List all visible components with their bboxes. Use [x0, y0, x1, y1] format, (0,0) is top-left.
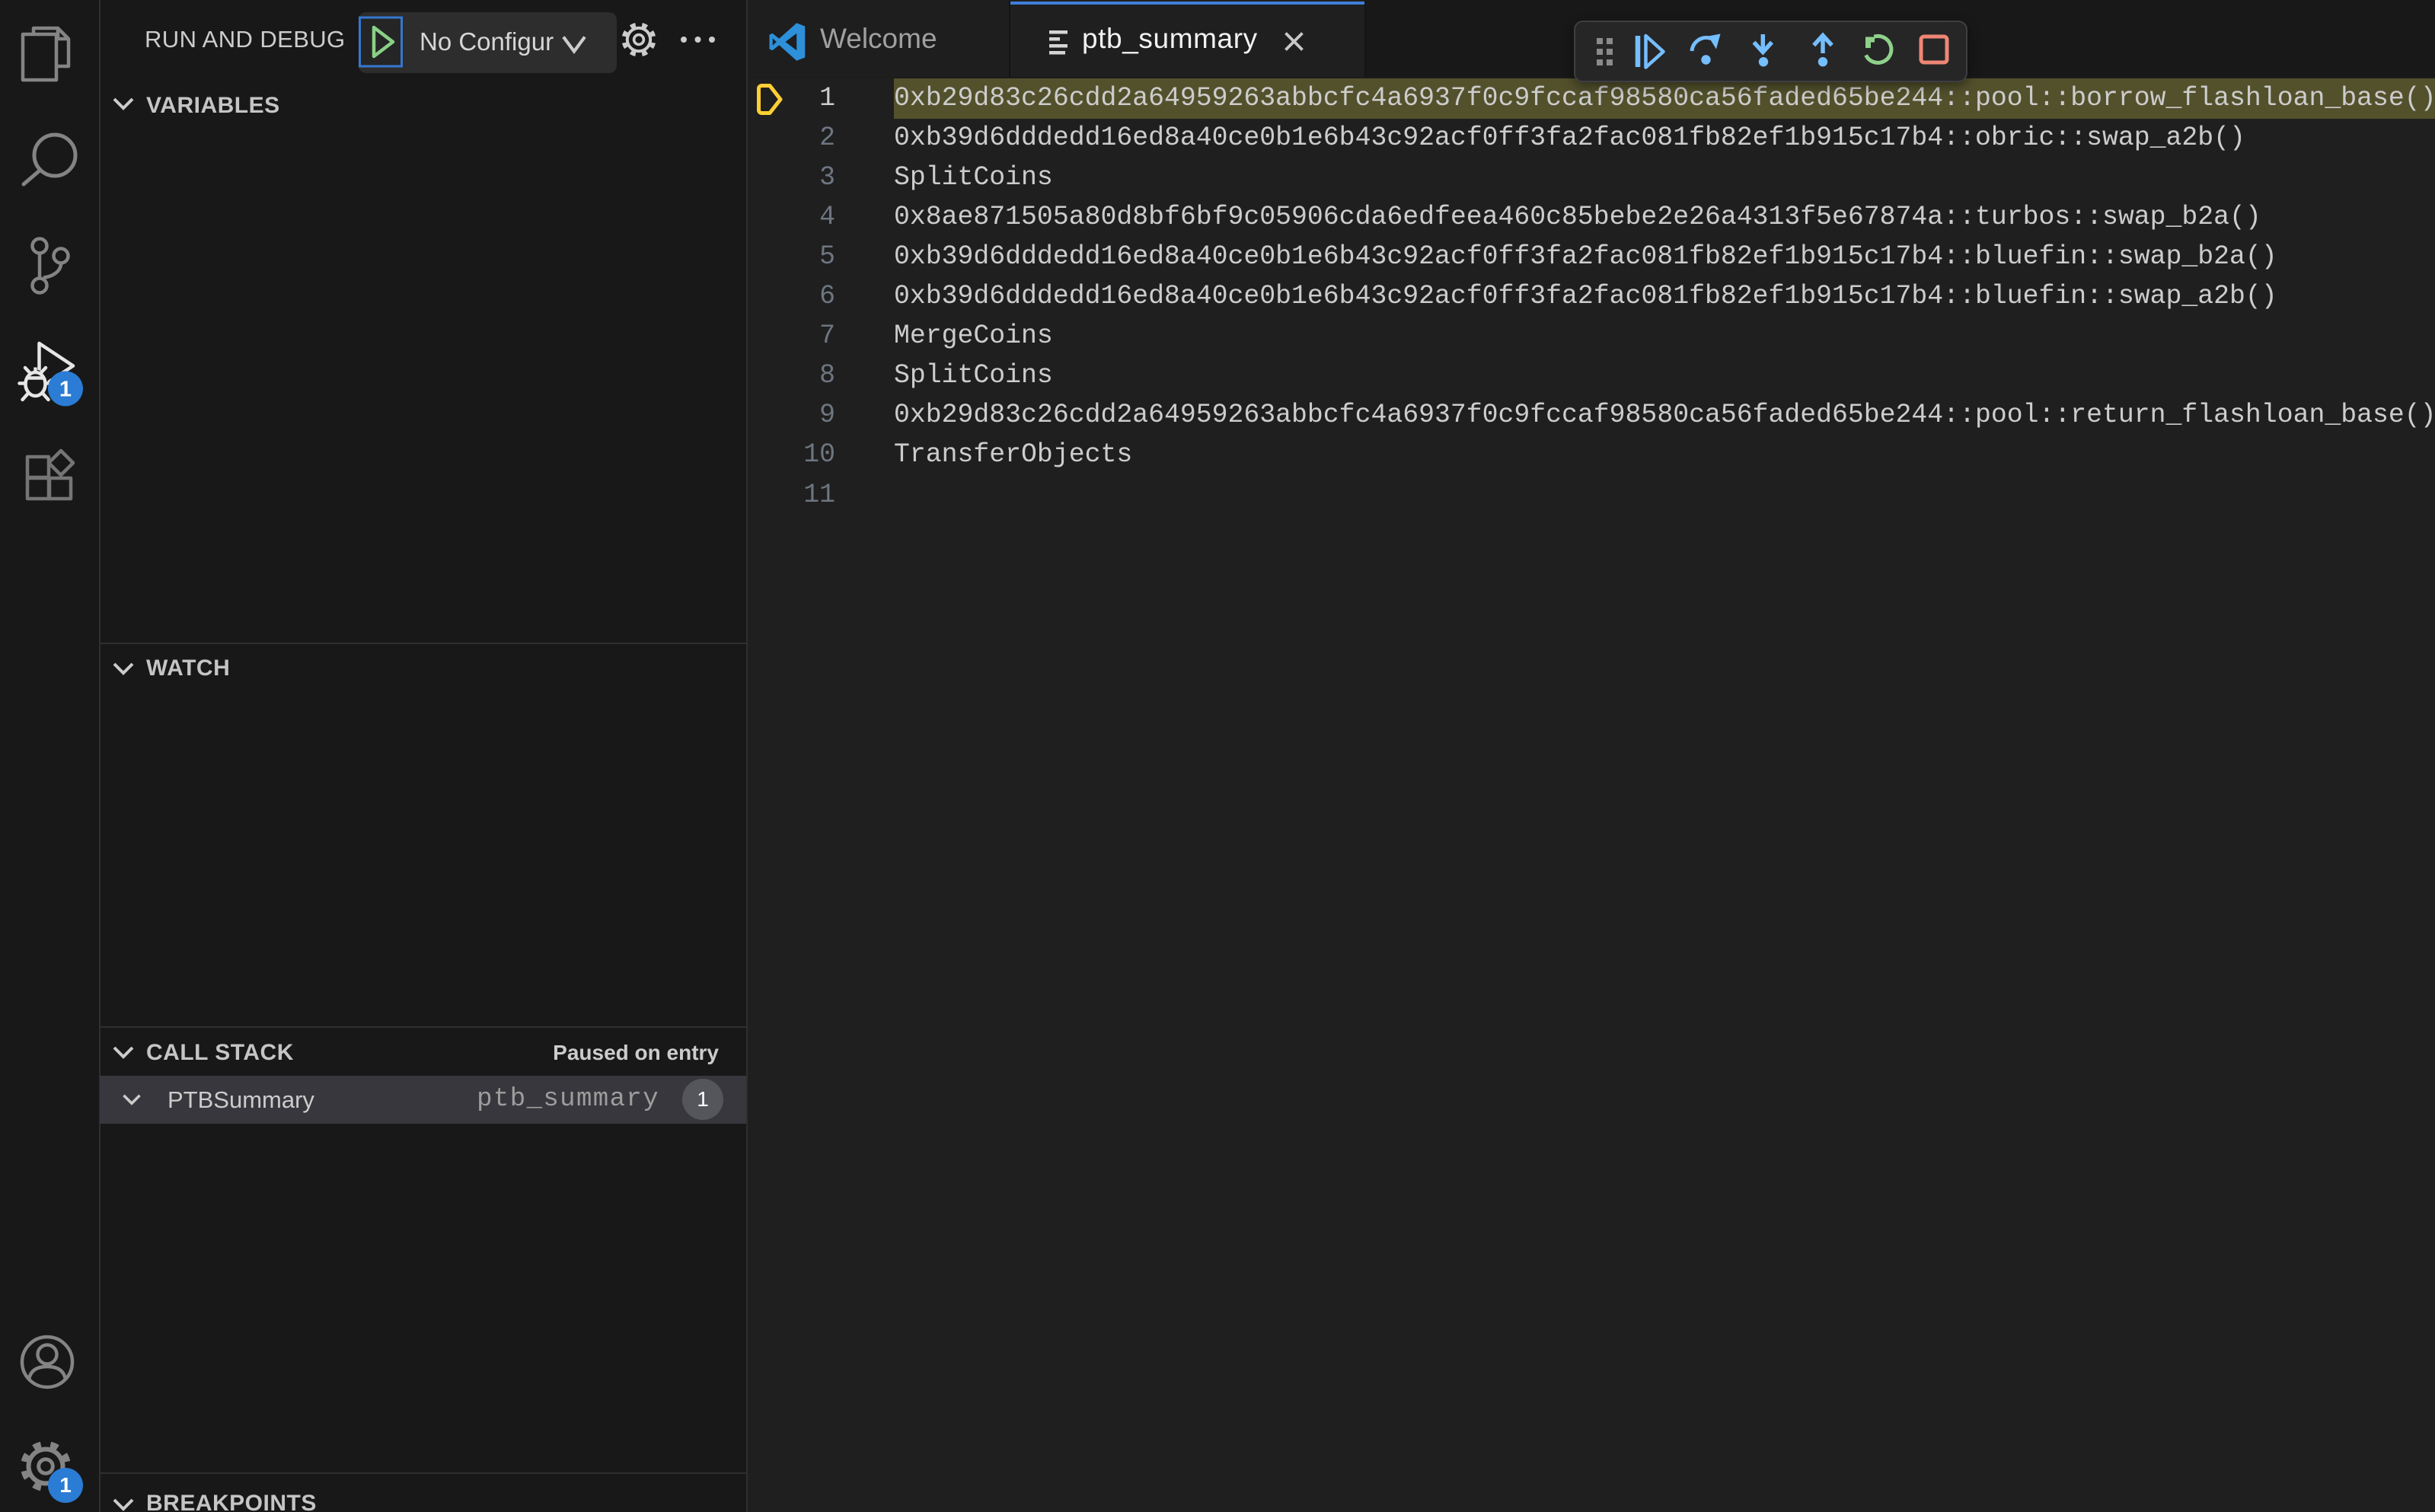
svg-text:1: 1: [59, 378, 72, 402]
